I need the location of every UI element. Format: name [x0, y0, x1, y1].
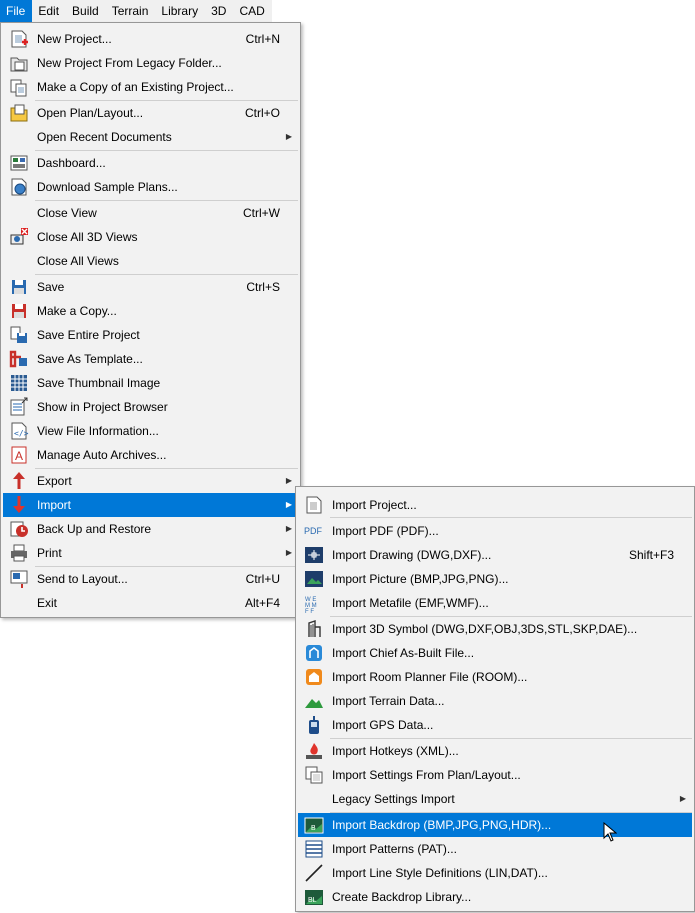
import-patterns-item[interactable]: Import Patterns (PAT)...: [298, 837, 692, 861]
open-plan-item[interactable]: Open Plan/Layout... Ctrl+O: [3, 101, 298, 125]
terrain-icon: [305, 699, 323, 708]
picture-icon: [305, 571, 323, 587]
menu-edit[interactable]: Edit: [32, 0, 66, 22]
save-template-icon: [9, 350, 27, 368]
download-globe-icon: [11, 178, 27, 196]
import-project-icon: [306, 496, 322, 514]
import-as-built-item[interactable]: Import Chief As-Built File...: [298, 641, 692, 665]
close-all-views-item[interactable]: Close All Views: [3, 249, 298, 273]
save-item[interactable]: Save Ctrl+S: [3, 275, 298, 299]
pdf-icon: PDF: [304, 526, 322, 536]
menu-library[interactable]: Library: [155, 0, 205, 22]
line-style-icon: [305, 864, 323, 882]
open-recent-item[interactable]: Open Recent Documents ▶: [3, 125, 298, 149]
submenu-arrow-icon: ▶: [285, 500, 292, 509]
submenu-arrow-icon: ▶: [285, 524, 292, 533]
svg-text:F F: F F: [305, 609, 314, 613]
save-project-icon: [10, 326, 27, 343]
save-entire-project-item[interactable]: Save Entire Project: [3, 323, 298, 347]
menu-bar: File Edit Build Terrain Library 3D CAD: [0, 0, 272, 23]
backup-restore-icon: [10, 521, 28, 537]
import-item[interactable]: Import ▶: [3, 493, 298, 517]
import-room-planner-item[interactable]: Import Room Planner File (ROOM)...: [298, 665, 692, 689]
gps-icon: [309, 716, 319, 734]
mouse-cursor-icon: [603, 822, 617, 842]
hotkeys-icon: [306, 743, 322, 759]
close-3d-views-icon: [10, 228, 28, 245]
new-project-icon: [11, 30, 28, 48]
export-item[interactable]: Export ▶: [3, 469, 298, 493]
back-up-and-restore-item[interactable]: Back Up and Restore ▶: [3, 517, 298, 541]
close-view-item[interactable]: Close View Ctrl+W: [3, 201, 298, 225]
make-a-copy-item[interactable]: Make a Copy...: [3, 299, 298, 323]
save-copy-icon: [12, 304, 26, 318]
download-sample-plans-item[interactable]: Download Sample Plans...: [3, 175, 298, 199]
metafile-icon: W EM MF F: [305, 597, 317, 613]
svg-text:</>: </>: [14, 429, 29, 438]
import-hotkeys-item[interactable]: Import Hotkeys (XML)...: [298, 739, 692, 763]
svg-text:B: B: [311, 825, 316, 832]
import-picture-item[interactable]: Import Picture (BMP,JPG,PNG)...: [298, 567, 692, 591]
thumbnail-grid-icon: [11, 375, 27, 391]
close-all-3d-views-item[interactable]: Close All 3D Views: [3, 225, 298, 249]
copy-project-icon: [10, 79, 27, 97]
menu-cad[interactable]: CAD: [233, 0, 271, 22]
manage-auto-archives-item[interactable]: A Manage Auto Archives...: [3, 443, 298, 467]
drawing-icon: [305, 547, 323, 563]
view-file-information-item[interactable]: </> View File Information...: [3, 419, 298, 443]
submenu-arrow-icon: ▶: [679, 794, 686, 803]
menu-3d[interactable]: 3D: [205, 0, 233, 22]
import-line-style-item[interactable]: Import Line Style Definitions (LIN,DAT).…: [298, 861, 692, 885]
print-item[interactable]: Print ▶: [3, 541, 298, 565]
send-to-layout-item[interactable]: Send to Layout... Ctrl+U: [3, 567, 298, 591]
svg-text:A: A: [15, 449, 23, 463]
save-thumbnail-item[interactable]: Save Thumbnail Image: [3, 371, 298, 395]
copy-existing-project-item[interactable]: Make a Copy of an Existing Project...: [3, 75, 298, 99]
menu-file[interactable]: File: [0, 0, 33, 22]
archive-icon: A: [11, 446, 27, 464]
import-metafile-item[interactable]: W EM MF F Import Metafile (EMF,WMF)...: [298, 591, 692, 615]
file-menu: New Project... Ctrl+N New Project From L…: [0, 22, 301, 618]
open-folder-icon: [10, 104, 28, 122]
import-settings-item[interactable]: Import Settings From Plan/Layout...: [298, 763, 692, 787]
legacy-folder-icon: [10, 57, 28, 72]
file-info-icon: </>: [11, 422, 29, 440]
import-terrain-item[interactable]: Import Terrain Data...: [298, 689, 692, 713]
new-project-legacy-item[interactable]: New Project From Legacy Folder...: [3, 51, 298, 75]
exit-item[interactable]: Exit Alt+F4: [3, 591, 298, 615]
submenu-arrow-icon: ▶: [285, 548, 292, 557]
save-disk-icon: [12, 280, 26, 294]
show-in-project-browser-item[interactable]: Show in Project Browser: [3, 395, 298, 419]
svg-text:BL: BL: [308, 897, 317, 904]
import-backdrop-item[interactable]: B Import Backdrop (BMP,JPG,PNG,HDR)...: [298, 813, 692, 837]
import-pdf-item[interactable]: PDF Import PDF (PDF)...: [298, 519, 692, 543]
settings-import-icon: [305, 766, 323, 784]
backdrop-library-icon: BL: [305, 890, 323, 905]
submenu-arrow-icon: ▶: [285, 132, 292, 141]
import-submenu: Import Project... PDF Import PDF (PDF)..…: [295, 486, 695, 912]
new-project-item[interactable]: New Project... Ctrl+N: [3, 27, 298, 51]
menu-build[interactable]: Build: [66, 0, 106, 22]
backdrop-icon: B: [304, 817, 324, 834]
printer-icon: [11, 544, 27, 562]
export-arrow-icon: [13, 472, 25, 489]
create-backdrop-library-item[interactable]: BL Create Backdrop Library...: [298, 885, 692, 909]
3d-symbol-icon: [308, 620, 321, 637]
save-as-template-item[interactable]: Save As Template...: [3, 347, 298, 371]
menu-terrain[interactable]: Terrain: [106, 0, 156, 22]
as-built-icon: [306, 645, 322, 661]
dashboard-icon: [10, 155, 28, 171]
send-layout-icon: [10, 570, 28, 588]
patterns-icon: [305, 840, 323, 858]
import-gps-item[interactable]: Import GPS Data...: [298, 713, 692, 737]
room-planner-icon: [306, 669, 322, 685]
import-drawing-item[interactable]: Import Drawing (DWG,DXF)... Shift+F3: [298, 543, 692, 567]
dashboard-item[interactable]: Dashboard...: [3, 151, 298, 175]
import-project-item[interactable]: Import Project...: [298, 493, 692, 517]
project-browser-icon: [10, 397, 28, 416]
import-arrow-icon: [13, 496, 25, 513]
submenu-arrow-icon: ▶: [285, 476, 292, 485]
import-3d-symbol-item[interactable]: Import 3D Symbol (DWG,DXF,OBJ,3DS,STL,SK…: [298, 617, 692, 641]
legacy-settings-import-item[interactable]: Legacy Settings Import ▶: [298, 787, 692, 811]
